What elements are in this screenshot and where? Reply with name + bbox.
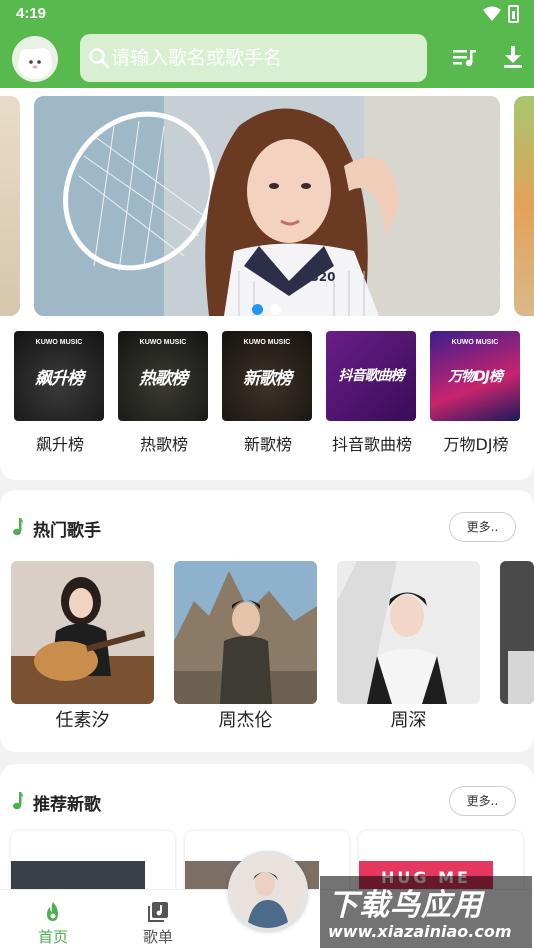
chart-item-douyin[interactable]: 抖音歌曲榜 抖音歌曲榜 [326, 331, 418, 461]
music-note-icon [13, 518, 24, 536]
top-card: SS20 KUWO MUSIC 飙升榜 飙升榜 KUWO MUSIC 热歌榜 热… [0, 88, 534, 480]
section-header: 热门歌手 更多.. [0, 512, 534, 544]
chart-label: 飙升榜 [35, 435, 84, 454]
chart-cover-text: 抖音歌曲榜 [338, 368, 405, 384]
chart-cover-text: 万物DJ榜 [448, 369, 503, 385]
status-time: 4:19 [16, 5, 47, 22]
section-header: 推荐新歌 更多.. [0, 786, 534, 818]
singer-name: 周杰伦 [218, 710, 273, 731]
banner-image: SS20 [34, 96, 500, 316]
chart-cover-text: 飙升榜 [35, 368, 84, 389]
section-title: 推荐新歌 [33, 795, 101, 815]
ghost-mascot-icon [18, 48, 52, 79]
flame-icon [47, 902, 58, 921]
avatar[interactable] [12, 36, 58, 82]
banner-prev-peek[interactable] [0, 96, 20, 316]
app-header [0, 30, 534, 88]
singer-photo [500, 561, 534, 704]
banner-dot-active[interactable] [252, 304, 263, 315]
chart-cover: KUWO MUSIC 飙升榜 [14, 331, 104, 421]
chart-cover: 抖音歌曲榜 [326, 331, 416, 421]
singer-photo [337, 561, 480, 704]
search-box[interactable] [80, 34, 427, 82]
battery-icon [508, 5, 519, 23]
music-note-icon [13, 792, 24, 810]
status-bar: 4:19 [0, 0, 534, 30]
watermark-url: www.xiazainiao.com [328, 922, 512, 941]
singer-item[interactable]: 周杰伦 [174, 561, 317, 741]
hot-singers-section: 热门歌手 更多.. 任素汐 周杰伦 周深 [0, 490, 534, 752]
chart-brand: KUWO MUSIC [35, 339, 83, 346]
chart-item-hot[interactable]: KUWO MUSIC 热歌榜 热歌榜 [118, 331, 210, 461]
singer-item[interactable]: 任素汐 [11, 561, 154, 741]
playlist-icon[interactable] [453, 47, 477, 69]
chart-brand: KUWO MUSIC [139, 339, 187, 346]
nav-home-label: 首页 [37, 928, 68, 946]
chart-item-new[interactable]: KUWO MUSIC 新歌榜 新歌榜 [222, 331, 314, 461]
chart-brand: KUWO MUSIC [451, 339, 499, 346]
singer-name: 周深 [390, 710, 427, 731]
download-icon[interactable] [502, 45, 524, 69]
section-title: 热门歌手 [33, 521, 101, 541]
chart-cover-text: 新歌榜 [243, 368, 292, 389]
singer-name: 任素汐 [55, 710, 110, 731]
chart-cover-text: 热歌榜 [139, 368, 188, 389]
singer-photo [11, 561, 154, 704]
nav-home[interactable]: 首页 [18, 890, 88, 950]
chart-label: 新歌榜 [243, 435, 292, 454]
banner[interactable]: SS20 [34, 96, 500, 316]
banner-dot[interactable] [270, 304, 281, 315]
now-playing-disc[interactable] [228, 851, 308, 931]
singer-photo [174, 561, 317, 704]
search-input[interactable] [111, 44, 411, 72]
nav-playlist-label: 歌单 [142, 928, 173, 946]
watermark: 下载鸟应用 www.xiazainiao.com [320, 876, 532, 948]
charts-row: KUWO MUSIC 飙升榜 飙升榜 KUWO MUSIC 热歌榜 热歌榜 KU… [0, 331, 534, 461]
chart-cover: KUWO MUSIC 新歌榜 [222, 331, 312, 421]
chart-cover: KUWO MUSIC 热歌榜 [118, 331, 208, 421]
banner-next-peek[interactable] [514, 96, 534, 316]
shirt-text: SS20 [302, 270, 335, 284]
disc-cover [231, 854, 305, 928]
watermark-main: 下载鸟应用 [328, 888, 483, 923]
chart-item-soaring[interactable]: KUWO MUSIC 飙升榜 飙升榜 [14, 331, 106, 461]
search-icon [89, 48, 110, 69]
more-button[interactable]: 更多.. [449, 786, 516, 816]
album-icon [148, 902, 168, 922]
chart-cover: KUWO MUSIC 万物DJ榜 [430, 331, 520, 421]
singer-item-peek[interactable] [500, 561, 534, 741]
nav-playlist[interactable]: 歌单 [123, 890, 193, 950]
chart-item-dj[interactable]: KUWO MUSIC 万物DJ榜 万物DJ榜 [430, 331, 522, 461]
chart-brand: KUWO MUSIC [243, 339, 291, 346]
chart-label: 抖音歌曲榜 [331, 435, 412, 454]
chart-label: 热歌榜 [139, 435, 188, 454]
chart-label: 万物DJ榜 [443, 435, 509, 454]
singer-item[interactable]: 周深 [337, 561, 480, 741]
wifi-icon [483, 6, 501, 21]
more-button[interactable]: 更多.. [449, 512, 516, 542]
